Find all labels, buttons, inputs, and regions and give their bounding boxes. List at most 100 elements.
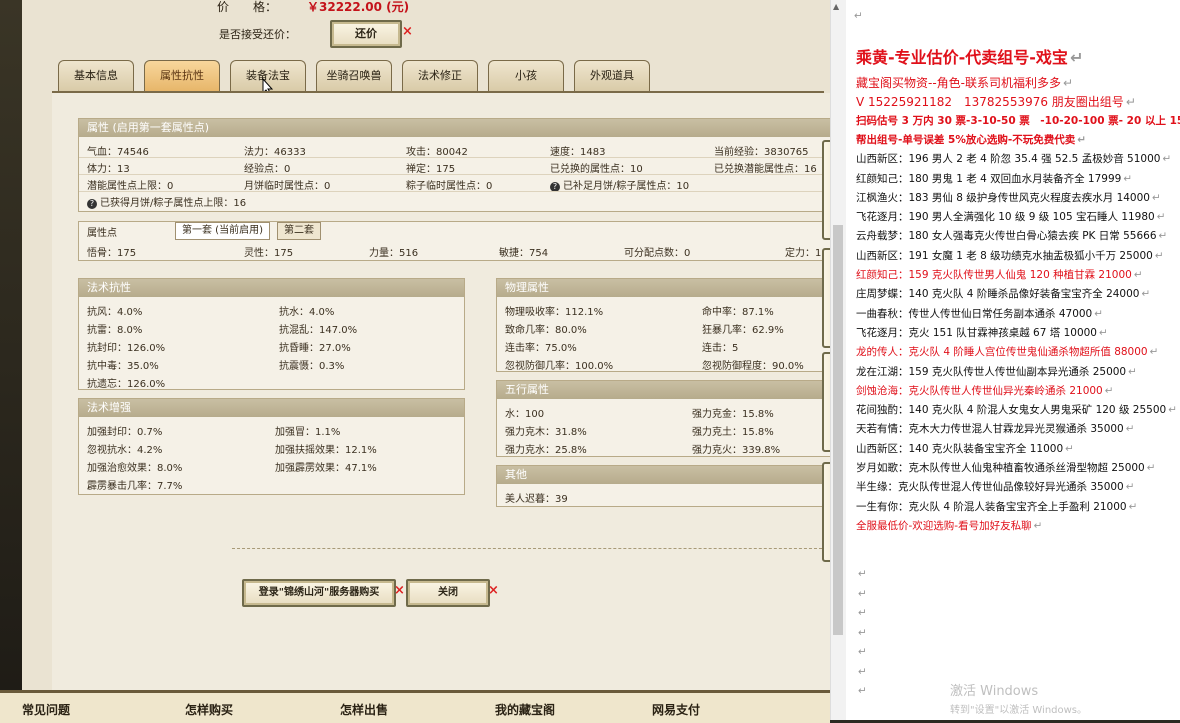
- five-elements-title: 五行属性: [497, 381, 831, 399]
- price-value: ￥32222.00 (元): [307, 0, 410, 14]
- ad-line-text: 山西新区：140 克火队装备宝宝齐全 11000: [856, 442, 1064, 455]
- other-item: 美人迟暮：39: [505, 494, 568, 505]
- spell-resist-title: 法术抗性: [79, 279, 464, 297]
- five-elements-box: 五行属性 水：100 强力克金：15.8% 强力克木：31.8% 强力克土：15…: [496, 380, 832, 457]
- ad-line-text: 江枫渔火：183 男仙 8 级护身传世风克火程度去疾水月 14000: [856, 191, 1150, 204]
- tab-attributes[interactable]: 属性抗性: [144, 60, 220, 91]
- spell-boost-box: 法术增强 加强封印：0.7% 加强冒：1.1% 忽视抗水：4.2% 加强扶摇效果…: [78, 398, 465, 495]
- ad-line: 江枫渔火：183 男仙 8 级护身传世风克火程度去疾水月 14000 ↵: [856, 190, 1161, 205]
- ad-line: 全服最低价-欢迎选购-看号加好友私聊 ↵: [856, 518, 1042, 533]
- physical-item: 忽视防御几率：100.0%: [505, 361, 614, 372]
- tab-mounts-pets[interactable]: 坐骑召唤兽: [316, 60, 392, 91]
- attr-replenished: ? 已补足月饼/粽子属性点：10: [550, 177, 689, 192]
- boost-item: 忽视抗水：4.2%: [87, 445, 163, 456]
- game-panel: 价 格： ￥32222.00 (元) 是否接受还价： 还价 × 基本信息 属性抗…: [22, 0, 850, 690]
- paragraph-mark-icon: ↵: [1123, 172, 1133, 185]
- resist-item: 抗混乱：147.0%: [279, 325, 358, 336]
- paragraph-mark-icon: ↵: [1125, 481, 1135, 494]
- subtab-second-set[interactable]: 第二套: [277, 222, 321, 240]
- empty-paragraph: ↵: [858, 646, 867, 658]
- tab-appearance[interactable]: 外观道具: [574, 60, 650, 91]
- resist-item: 抗遗忘：126.0%: [87, 379, 166, 390]
- points-endurance: 定力：1: [785, 248, 822, 259]
- ad-line: 龙在江湖：159 克火队传世人传世仙副本异光通杀 25000 ↵: [856, 364, 1137, 379]
- ad-line: 云舟载梦：180 女人强毒克火传世白骨心猿去疾 PK 日常 55666 ↵: [856, 228, 1167, 243]
- element-item: 强力克火：339.8%: [692, 445, 781, 456]
- attr-exp: 当前经验：3830765: [714, 147, 809, 158]
- ad-line-text: 花间独酌：140 克火队 4 阶混人女鬼女人男鬼采矿 120 级 25500: [856, 404, 1167, 417]
- paragraph-mark-icon: ↵: [1033, 519, 1043, 532]
- bargain-close-mark: ×: [402, 24, 413, 39]
- ad-line: 飞花逐月：克火 151 队甘霖神孩桌越 67 塔 10000 ↵: [856, 325, 1108, 340]
- tab-child[interactable]: 小孩: [488, 60, 564, 91]
- ad-line: 花间独酌：140 克火队 4 阶混人女鬼女人男鬼采矿 120 级 25500 ↵: [856, 402, 1177, 417]
- paragraph-mark-icon: ↵: [1141, 288, 1151, 301]
- ad-line-text: 庄周梦蝶：140 克火队 4 阶睡杀品像好装备宝宝齐全 24000: [856, 288, 1140, 301]
- login-server-buy-button[interactable]: 登录"锦绣山河"服务器购买: [242, 579, 396, 607]
- spell-resist-box: 法术抗性 抗风：4.0% 抗水：4.0% 抗雷：8.0% 抗混乱：147.0% …: [78, 278, 465, 390]
- ad-text-panel: ↵ 乘黄-专业估价-代卖组号-戏宝 ↵ 藏宝阁买物资--角色-联系司机福利多多 ↵ V 1…: [846, 0, 1180, 720]
- empty-paragraph: ↵: [858, 587, 867, 600]
- subtab-first-set[interactable]: 第一套 (当前启用): [175, 222, 270, 240]
- points-agility: 敏捷：754: [499, 248, 549, 259]
- footer-how-to-sell-link[interactable]: 怎样出售: [340, 701, 388, 718]
- footer-faq-link[interactable]: 常见问题: [22, 701, 70, 718]
- boost-item: 加强封印：0.7%: [87, 427, 163, 438]
- scrollbar-thumb[interactable]: [833, 225, 843, 635]
- physical-item: 连击：5: [702, 343, 739, 354]
- physical-box: 物理属性 物理吸收率：112.1% 命中率：87.1% 致命几率：80.0% 狂…: [496, 278, 832, 372]
- row-divider: [79, 191, 831, 192]
- physical-item: 连击率：75.0%: [505, 343, 577, 354]
- ad-line: 乘黄-专业估价-代卖组号-戏宝 ↵: [856, 44, 1083, 68]
- paragraph-mark-icon: ↵: [1146, 462, 1156, 474]
- element-item: 强力克土：15.8%: [692, 427, 774, 438]
- attr-exp-points: 经验点：0: [244, 164, 291, 175]
- ad-line: 天若有情：克木大力传世混人甘霖龙异光灵猴通杀 35000 ↵: [856, 421, 1135, 436]
- ad-line: 一曲春秋：传世人传世仙日常任务副本通杀 47000 ↵: [856, 306, 1103, 321]
- ad-line-text: 龙在江湖：159 克火队传世人传世仙副本异光通杀 25000: [856, 365, 1127, 378]
- boost-item: 霹雳暴击几率：7.7%: [87, 481, 183, 492]
- paragraph-mark-icon: ↵: [1063, 76, 1074, 90]
- empty-paragraph: ↵: [858, 607, 867, 619]
- scroll-up-arrow-icon[interactable]: ▲: [833, 2, 839, 11]
- attr-obtained-limit-label: 已获得月饼/粽子属性点上限：16: [100, 198, 247, 209]
- ad-line-text: 帮出组号-单号误差 5%放心选购-不玩免费代卖: [856, 133, 1076, 146]
- footer-how-to-buy-link[interactable]: 怎样购买: [185, 701, 233, 718]
- bargain-button[interactable]: 还价: [330, 20, 402, 48]
- ad-line: V 15225921182 13782553976 朋友圈出组号 ↵: [856, 93, 1136, 110]
- paragraph-mark-icon: ↵: [1168, 404, 1178, 417]
- tab-basic-info[interactable]: 基本信息: [58, 60, 134, 91]
- close-button[interactable]: 关闭: [406, 579, 490, 607]
- price-label: 价 格：: [217, 0, 278, 14]
- paragraph-mark-icon: ↵: [1162, 153, 1172, 166]
- tab-spell-mods[interactable]: 法术修正: [402, 60, 478, 91]
- ad-line: 山西新区：191 女魔 1 老 8 级功绩克水抽盂极狐小千万 25000 ↵: [856, 248, 1164, 263]
- ad-line: 藏宝阁买物资--角色-联系司机福利多多 ↵: [856, 74, 1073, 91]
- attr-zongzi-temp: 粽子临时属性点：0: [406, 181, 493, 192]
- resist-item: 抗中毒：35.0%: [87, 361, 159, 372]
- ad-line: 剑蚀沧海：克火队传世人传世仙异光秦岭通杀 21000 ↵: [856, 383, 1114, 398]
- ad-line-text: 岁月如歌：克木队传世人仙鬼种植畜牧通杀丝滑型物超 25000: [856, 462, 1145, 474]
- ad-line-text: 藏宝阁买物资--角色-联系司机福利多多: [856, 76, 1061, 90]
- help-icon[interactable]: ?: [87, 199, 97, 209]
- paragraph-mark: ↵: [854, 10, 863, 22]
- paragraph-mark-icon: ↵: [1125, 423, 1135, 436]
- ad-line-text: 山西新区：191 女魔 1 老 8 级功绩克水抽盂极狐小千万 25000: [856, 249, 1153, 262]
- footer-my-cangbaoge-link[interactable]: 我的藏宝阁: [495, 701, 555, 718]
- attribute-box: 属性 (启用第一套属性点) 气血：74546 法力：46333 攻击：80042…: [78, 118, 832, 212]
- paragraph-mark-icon: ↵: [1099, 326, 1108, 339]
- boost-item: 加强治愈效果：8.0%: [87, 463, 183, 474]
- ad-line: 岁月如歌：克木队传世人仙鬼种植畜牧通杀丝滑型物超 25000 ↵: [856, 460, 1156, 475]
- resist-item: 抗昏睡：27.0%: [279, 343, 351, 354]
- ad-line-text: 天若有情：克木大力传世混人甘霖龙异光灵猴通杀 35000: [856, 423, 1124, 436]
- empty-paragraph: ↵: [858, 685, 867, 697]
- footer-netease-pay-link[interactable]: 网易支付: [652, 701, 700, 718]
- dotted-divider: [232, 548, 822, 549]
- physical-item: 物理吸收率：112.1%: [505, 307, 604, 318]
- paragraph-mark-icon: ↵: [1151, 191, 1161, 204]
- windows-activation-subtitle: 转到"设置"以激活 Windows。: [950, 705, 1088, 716]
- resist-item: 抗震慑：0.3%: [279, 361, 345, 372]
- attr-obtained-limit: ? 已获得月饼/粽子属性点上限：16: [87, 194, 246, 209]
- ad-line: 半生缘：克火队传世混人传世仙品像较好异光通杀 35000 ↵: [856, 479, 1135, 494]
- site-footer: 常见问题 怎样购买 怎样出售 我的藏宝阁 网易支付: [0, 690, 830, 723]
